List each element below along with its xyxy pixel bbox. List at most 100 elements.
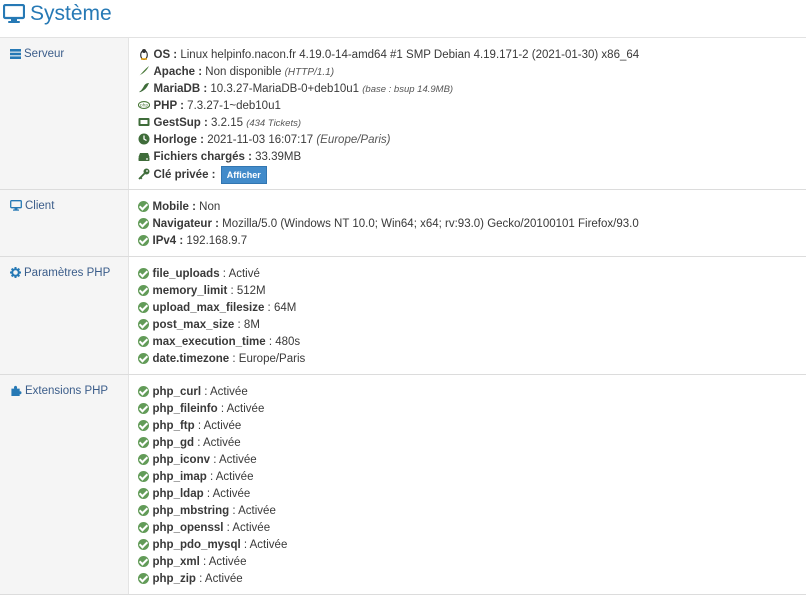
check-icon <box>137 573 149 584</box>
param-value: Activé <box>228 268 260 280</box>
php-ext-values: php_curl : Activée php_fileinfo : Activé… <box>128 374 806 595</box>
show-key-button[interactable]: Afficher <box>220 166 267 184</box>
param-value: 480s <box>275 336 301 348</box>
ext-value: Activée <box>204 573 243 585</box>
apache-label: Apache : <box>153 66 203 78</box>
apache-note: (HTTP/1.1) <box>284 67 335 78</box>
ext-value: Activée <box>232 522 271 534</box>
ext-key: php_ldap <box>152 488 204 500</box>
server-values: OS : Linux helpinfo.nacon.fr 4.19.0-14-a… <box>128 38 806 190</box>
mobile-label: Mobile : <box>152 201 196 213</box>
php-logo-icon: php <box>137 101 150 109</box>
check-icon <box>137 336 149 347</box>
system-info-table: Serveur OS : Linux helpinfo.nacon.fr 4.1… <box>0 38 806 595</box>
param-key: max_execution_time <box>152 336 266 348</box>
check-icon <box>137 522 149 533</box>
linux-icon <box>139 49 148 60</box>
svg-text:php: php <box>139 103 147 109</box>
php-params-values: file_uploads : Activé memory_limit : 512… <box>128 256 806 375</box>
php-ext-section-label: Extensions PHP <box>25 385 109 397</box>
php-param-row: date.timezone : Europe/Paris <box>137 351 806 368</box>
php-label: PHP : <box>153 100 184 112</box>
ext-key: php_openssl <box>152 522 224 534</box>
hard-drive-icon <box>138 153 149 161</box>
check-icon <box>137 353 149 364</box>
check-icon <box>137 488 149 499</box>
gestsup-value: 3.2.15 <box>211 117 243 129</box>
apache-value: Non disponible <box>205 66 282 78</box>
key-row: Clé privée : Afficher <box>137 166 806 184</box>
check-icon <box>137 471 149 482</box>
mariadb-note: (base : bsup 14.9MB) <box>362 84 454 95</box>
param-value: 8M <box>243 319 260 331</box>
php-params-section: Paramètres PHP file_uploads : Activé mem… <box>0 256 806 375</box>
client-values: Mobile : Non Navigateur : Mozilla/5.0 (W… <box>128 189 806 257</box>
ext-value: Activée <box>249 539 288 551</box>
ext-value: Activée <box>215 471 254 483</box>
check-icon <box>137 420 149 431</box>
php-ext-row: php_mbstring : Activée <box>137 503 806 520</box>
ext-key: php_iconv <box>152 454 211 466</box>
clock-icon <box>138 133 149 145</box>
client-section: Client Mobile : Non Navigateur : Mozilla… <box>0 189 806 257</box>
param-value: 64M <box>273 302 297 314</box>
ext-key: php_mbstring <box>152 505 230 517</box>
browser-value: Mozilla/5.0 (Windows NT 10.0; Win64; x64… <box>222 218 639 230</box>
ext-value: Activée <box>218 454 257 466</box>
param-key: date.timezone <box>152 353 230 365</box>
page-header: Système <box>0 0 806 38</box>
ticket-icon <box>138 118 149 126</box>
param-key: memory_limit <box>152 285 228 297</box>
php-ext-row: php_pdo_mysql : Activée <box>137 537 806 554</box>
clock-note: (Europe/Paris) <box>316 134 391 146</box>
php-ext-row: php_ftp : Activée <box>137 418 806 435</box>
key-label: Clé privée : <box>153 169 216 181</box>
check-icon <box>137 201 149 212</box>
check-icon <box>137 437 149 448</box>
browser-label: Navigateur : <box>152 218 219 230</box>
ext-value: Activée <box>202 437 241 449</box>
ext-key: php_xml <box>152 556 200 568</box>
clock-value: 2021-11-03 16:07:17 <box>207 134 314 146</box>
browser-row: Navigateur : Mozilla/5.0 (Windows NT 10.… <box>137 216 806 233</box>
param-value: Europe/Paris <box>238 353 306 365</box>
clock-row: Horloge : 2021-11-03 16:07:17 (Europe/Pa… <box>138 132 806 149</box>
check-icon <box>137 218 149 229</box>
param-key: upload_max_filesize <box>152 302 265 314</box>
check-icon <box>137 403 149 414</box>
ext-value: Activée <box>226 403 265 415</box>
ext-value: Activée <box>238 505 276 517</box>
files-row: Fichiers chargés : 33.39MB <box>138 149 806 166</box>
php-ext-row: php_openssl : Activée <box>137 520 806 537</box>
check-icon <box>137 539 149 550</box>
php-params-label-cell: Paramètres PHP <box>0 256 129 375</box>
check-icon <box>137 386 149 397</box>
gear-icon <box>10 267 21 278</box>
php-value: 7.3.27-1~deb10u1 <box>187 100 281 112</box>
ext-value: Activée <box>212 488 251 500</box>
php-ext-row: php_zip : Activée <box>137 571 806 588</box>
ext-key: php_curl <box>152 386 202 398</box>
php-ext-row: php_xml : Activée <box>137 554 806 571</box>
monitor-icon <box>3 4 25 23</box>
clock-label: Horloge : <box>153 134 204 146</box>
server-section-label: Serveur <box>24 48 65 60</box>
check-icon <box>137 319 149 330</box>
check-icon <box>137 505 149 516</box>
param-value: 512M <box>236 285 266 297</box>
files-value: 33.39MB <box>255 151 302 163</box>
feather-icon <box>138 66 149 76</box>
apache-row: Apache : Non disponible (HTTP/1.1) <box>138 64 806 81</box>
ext-value: Activée <box>208 556 247 568</box>
param-key: post_max_size <box>152 319 235 331</box>
check-icon <box>137 235 149 246</box>
php-param-row: memory_limit : 512M <box>137 283 806 300</box>
mariadb-label: MariaDB : <box>153 83 208 95</box>
client-label-cell: Client <box>0 189 129 257</box>
check-icon <box>137 268 149 279</box>
ipv4-row: IPv4 : 192.168.9.7 <box>137 233 806 250</box>
php-ext-row: php_fileinfo : Activée <box>137 401 806 418</box>
ext-key: php_zip <box>152 573 196 585</box>
php-ext-section: Extensions PHP php_curl : Activée php_fi… <box>0 374 806 595</box>
check-icon <box>137 285 149 296</box>
